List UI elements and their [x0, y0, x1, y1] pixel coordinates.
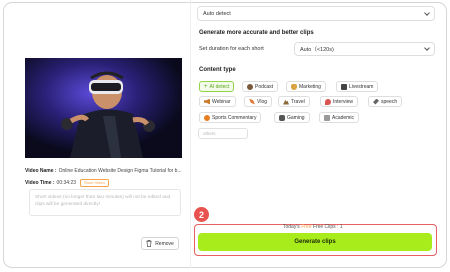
chevron-down-icon: [424, 9, 430, 16]
mountain-icon: [283, 99, 289, 105]
chip-label: AI detect: [209, 83, 230, 90]
short-video-note: Short videos (no longer than two minutes…: [29, 189, 181, 216]
chip-label: Sports Commentary: [212, 114, 257, 121]
content-type-title: Content type: [199, 67, 236, 73]
chip-label: Gaming: [287, 114, 305, 121]
chip-label: Podcast: [255, 83, 274, 90]
tv-icon: [341, 83, 347, 90]
free-clips-suffix: Free Clips : 1: [312, 224, 343, 230]
chip-ai-detect[interactable]: + AI detect: [199, 81, 235, 92]
free-clips-prefix: Today's: [283, 224, 300, 230]
accuracy-title: Generate more accurate and better clips: [199, 30, 314, 36]
speaker-icon: [204, 98, 210, 105]
chip-interview[interactable]: Interview: [320, 96, 359, 107]
chip-label: Webinar: [212, 98, 231, 105]
remove-label: Remove: [155, 240, 174, 247]
chip-gaming[interactable]: Gaming: [274, 112, 310, 123]
duration-label: Set duration for each short: [199, 46, 264, 52]
video-thumbnail[interactable]: [25, 58, 182, 158]
chip-label: Livestream: [349, 83, 374, 90]
free-clips-counter: Today's Free Free Clips : 1: [283, 224, 343, 230]
video-name-row: Video Name : Online Education Website Des…: [25, 168, 182, 174]
chip-sports-commentary[interactable]: Sports Commentary: [199, 112, 262, 123]
chip-livestream[interactable]: Livestream: [336, 81, 379, 92]
duration-select-value: Auto（<120s): [300, 47, 334, 53]
step-number-badge: 2: [194, 207, 209, 222]
trash-icon: [146, 240, 152, 247]
chip-label: speech: [381, 98, 398, 105]
chip-label: Vlog: [257, 98, 268, 105]
vr-person-image: [25, 58, 182, 158]
language-select-value: Auto detect: [203, 10, 231, 17]
video-name-label: Video Name :: [25, 168, 57, 174]
language-select[interactable]: Auto detect: [197, 6, 435, 21]
microphone-icon: [247, 83, 253, 90]
free-clips-accent: Free: [301, 224, 312, 230]
gamepad-icon: [279, 114, 285, 121]
basketball-icon: [204, 114, 210, 121]
plus-icon: +: [204, 83, 208, 90]
video-time-value: 00:34:23: [56, 180, 77, 186]
generate-clips-button[interactable]: Generate clips: [198, 233, 432, 251]
video-time-label: Video Time :: [25, 180, 55, 186]
duration-row: Set duration for each short Auto（<120s): [197, 42, 435, 56]
chip-vlog[interactable]: Vlog: [244, 96, 273, 107]
video-name-value: Online Education Website Design Figma Tu…: [58, 168, 182, 174]
video-time-row: Video Time :00:34:23 Short Video: [25, 179, 109, 187]
money-bag-icon: [291, 83, 297, 90]
camera-icon: [249, 98, 255, 105]
short-video-badge: Short Video: [80, 179, 109, 187]
pane-divider: [190, 0, 191, 268]
others-input[interactable]: others: [198, 128, 248, 139]
chevron-down-icon: [424, 45, 430, 51]
chip-label: Marketing: [299, 83, 321, 90]
book-icon: [324, 114, 330, 121]
duration-select[interactable]: Auto（<120s): [294, 42, 435, 56]
chip-webinar[interactable]: Webinar: [199, 96, 236, 107]
chip-travel[interactable]: Travel: [278, 96, 310, 107]
chat-icon: [325, 98, 331, 105]
chip-label: Travel: [291, 98, 305, 105]
chip-speech[interactable]: speech: [368, 96, 403, 107]
chip-podcast[interactable]: Podcast: [242, 81, 279, 92]
mic-icon: [373, 98, 379, 105]
chip-label: Interview: [333, 98, 354, 105]
remove-button[interactable]: Remove: [141, 237, 179, 250]
chip-marketing[interactable]: Marketing: [286, 81, 326, 92]
chip-label: Academic: [332, 114, 354, 121]
chip-academic[interactable]: Academic: [319, 112, 359, 123]
